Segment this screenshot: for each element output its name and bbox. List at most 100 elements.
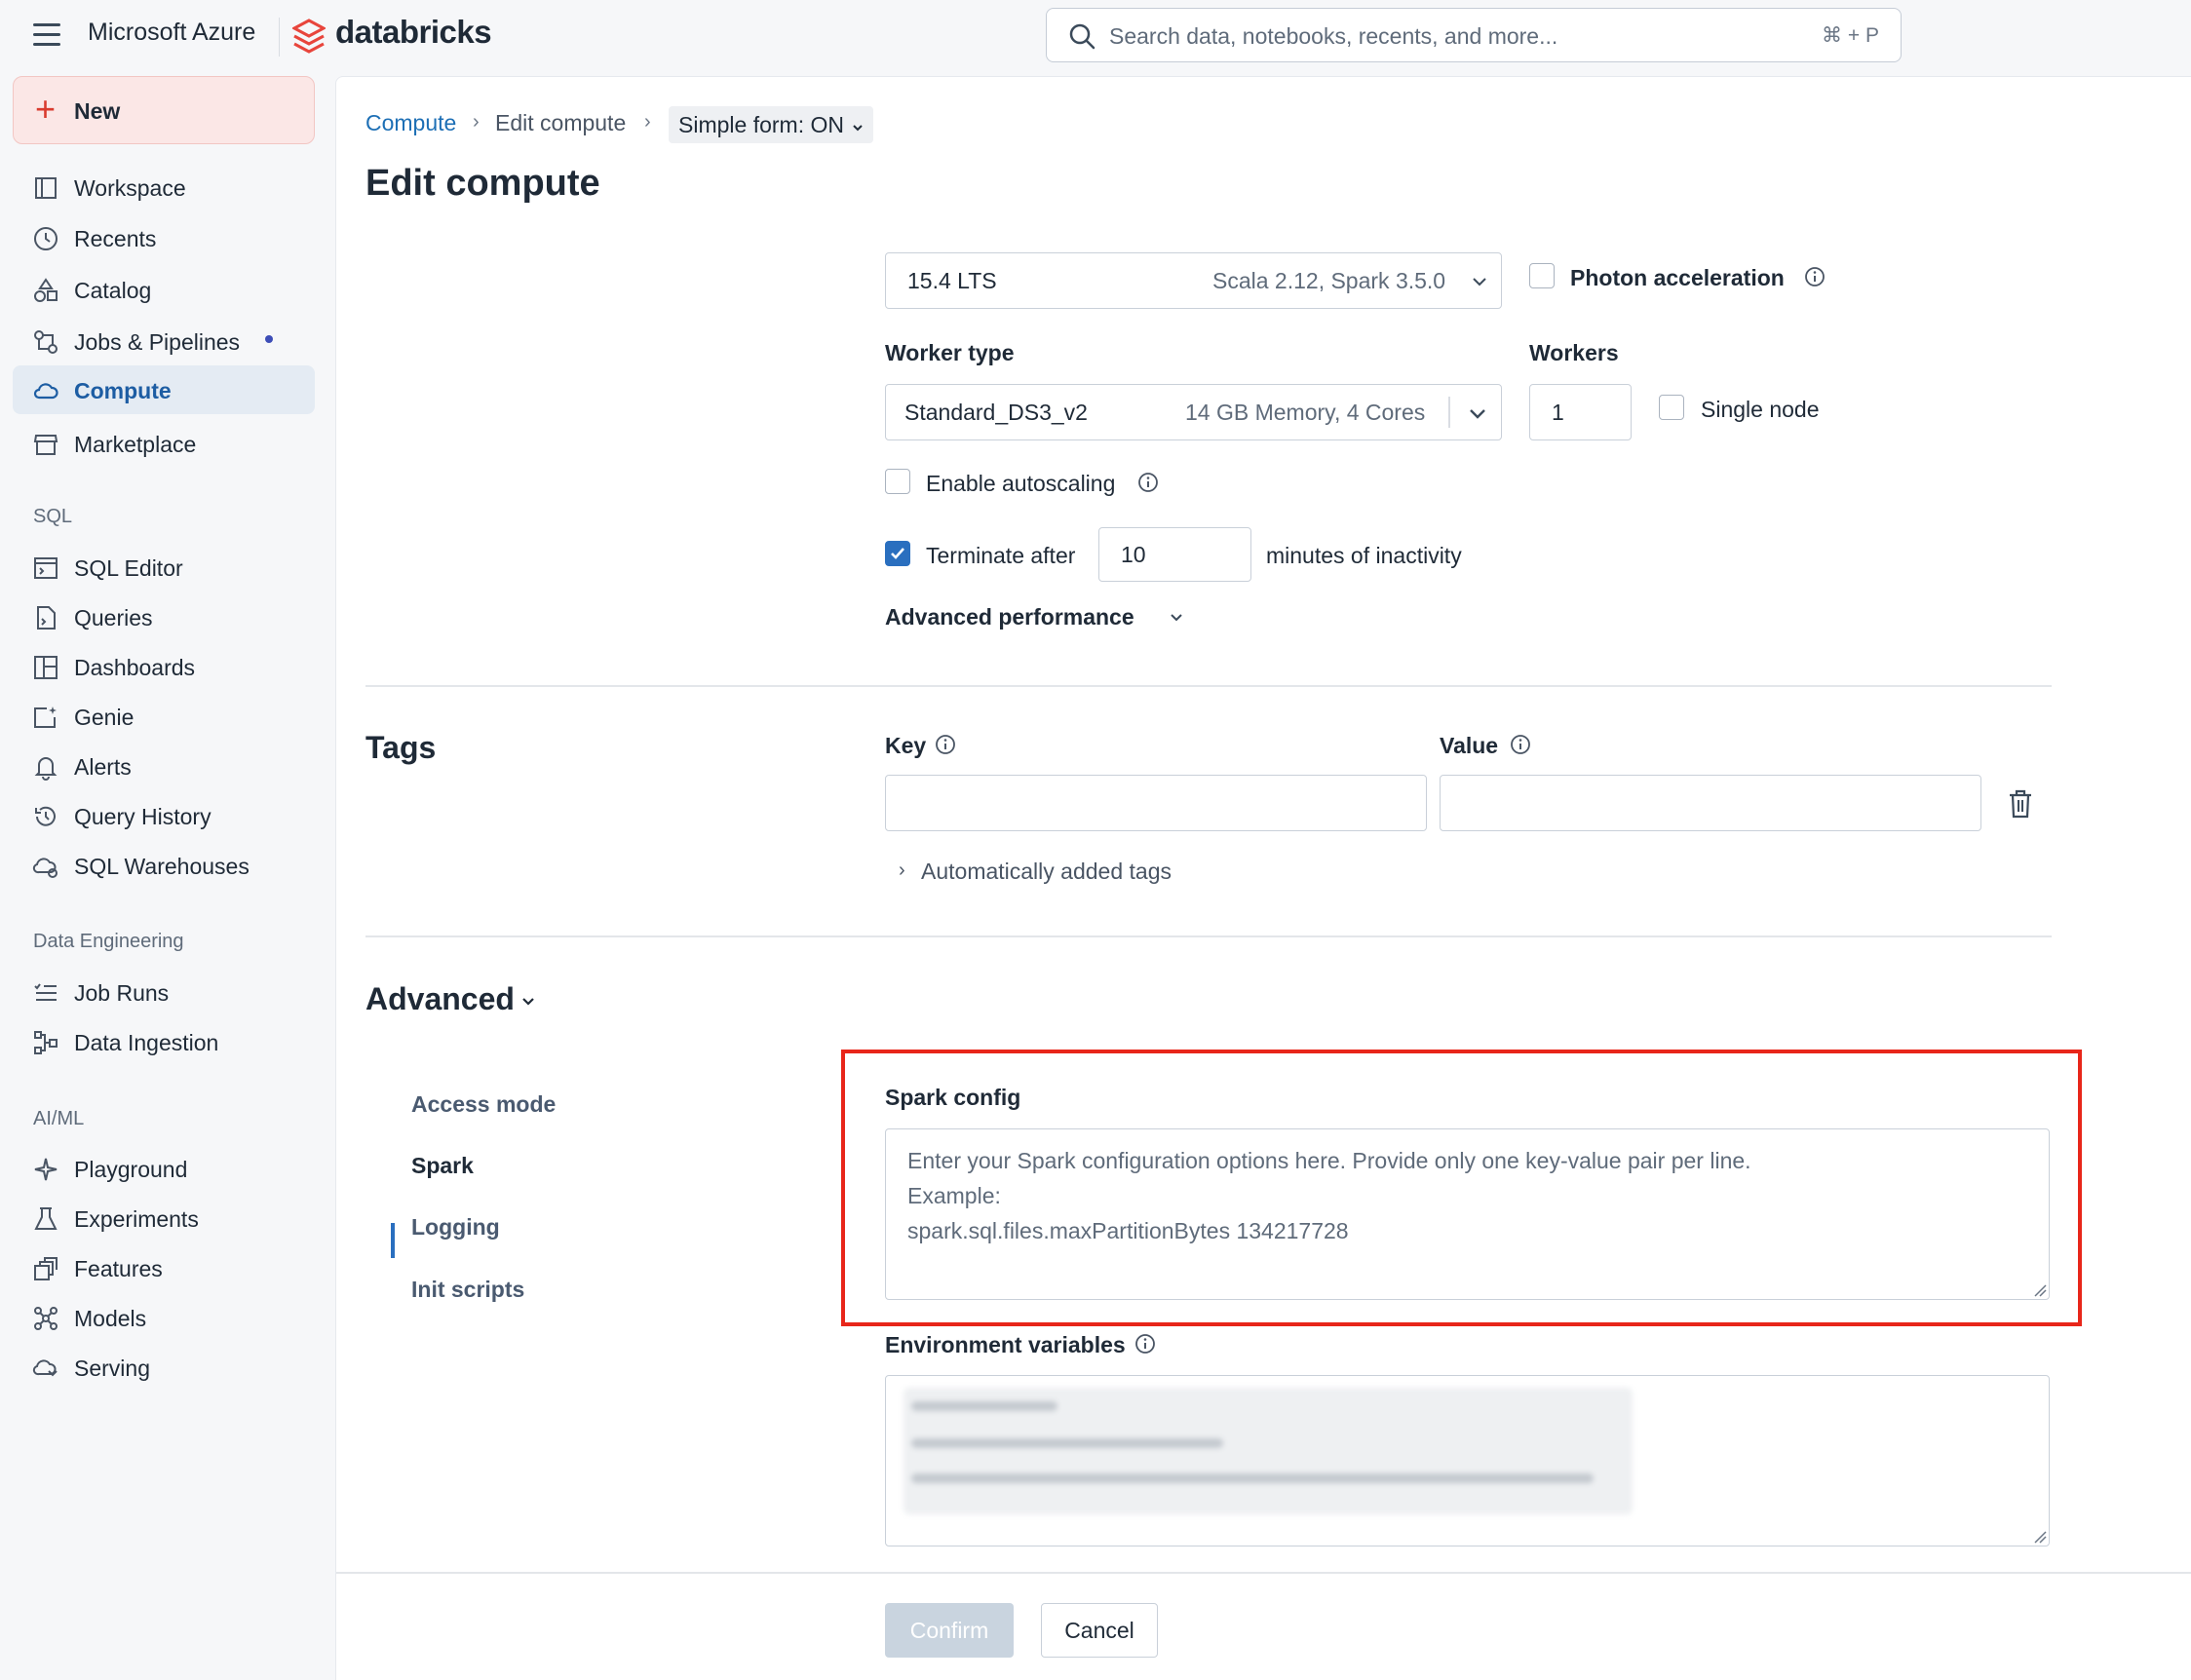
sidebar-item-job-runs[interactable]: Job Runs — [13, 968, 315, 1016]
advanced-performance-toggle[interactable]: Advanced performance — [885, 604, 1134, 630]
sidebar-item-sql-editor[interactable]: SQL Editor — [13, 543, 315, 592]
photon-checkbox[interactable] — [1529, 263, 1555, 288]
new-button[interactable]: + New — [13, 76, 315, 144]
section-label-ai-ml: AI/ML — [33, 1108, 85, 1129]
advanced-heading[interactable]: Advanced — [365, 981, 515, 1017]
advanced-nav-access-mode[interactable]: Access mode — [411, 1091, 556, 1118]
catalog-icon — [34, 278, 58, 302]
sidebar-item-catalog[interactable]: Catalog — [13, 265, 315, 314]
info-icon[interactable] — [1510, 734, 1531, 755]
serving-icon — [32, 1359, 58, 1377]
single-node-checkbox[interactable] — [1659, 395, 1684, 420]
active-nav-indicator — [391, 1223, 395, 1258]
sidebar-item-serving[interactable]: Serving — [13, 1343, 315, 1392]
tag-value-label: Value — [1440, 733, 1499, 758]
sidebar-item-dashboards[interactable]: Dashboards — [13, 642, 315, 691]
sidebar-item-label: Catalog — [74, 278, 152, 303]
resize-handle-icon[interactable] — [2033, 1530, 2047, 1544]
new-button-label: New — [74, 98, 121, 124]
queries-icon — [37, 606, 56, 630]
env-vars-textarea[interactable] — [885, 1375, 2050, 1546]
advanced-nav-logging[interactable]: Logging — [411, 1214, 500, 1241]
sidebar-item-label: Genie — [74, 705, 135, 730]
sidebar-item-jobs-pipelines[interactable]: Jobs & Pipelines — [13, 317, 315, 365]
databricks-logo-icon[interactable] — [292, 18, 326, 55]
sidebar-item-experiments[interactable]: Experiments — [13, 1194, 315, 1242]
sidebar-item-workspace[interactable]: Workspace — [13, 163, 315, 211]
notification-dot — [265, 335, 273, 343]
sidebar-item-marketplace[interactable]: Marketplace — [13, 419, 315, 468]
cloud-icon — [33, 383, 58, 400]
sidebar-item-label: Dashboards — [74, 655, 196, 680]
tag-value-input[interactable] — [1440, 775, 1981, 831]
advanced-nav-init-scripts[interactable]: Init scripts — [411, 1277, 524, 1303]
sidebar-item-label: SQL Warehouses — [74, 854, 250, 879]
spark-config-placeholder-line: spark.sql.files.maxPartitionBytes 134217… — [907, 1218, 1349, 1243]
sidebar-item-label: Playground — [74, 1157, 188, 1182]
spark-config-label: Spark config — [885, 1085, 1021, 1110]
plus-icon: + — [35, 89, 57, 129]
footer-divider — [336, 1572, 2191, 1574]
simple-form-label: Simple form: ON — [678, 112, 844, 137]
worker-type-select[interactable]: Standard_DS3_v2 14 GB Memory, 4 Cores — [885, 384, 1502, 440]
simple-form-toggle[interactable]: Simple form: ON — [669, 106, 874, 143]
sidebar-item-label: Recents — [74, 226, 157, 251]
brand-divider — [279, 18, 280, 57]
cancel-button[interactable]: Cancel — [1041, 1603, 1158, 1658]
spark-config-placeholder-line: Example: — [907, 1183, 1001, 1208]
info-icon[interactable] — [1804, 266, 1826, 287]
chevron-down-icon[interactable] — [519, 993, 537, 1011]
terminate-minutes-input[interactable]: 10 — [1098, 527, 1251, 582]
workspace-icon — [35, 177, 57, 199]
sidebar-item-label: Serving — [74, 1355, 150, 1381]
auto-tags-toggle[interactable]: Automatically added tags — [921, 859, 1172, 885]
info-icon[interactable] — [935, 734, 956, 755]
sidebar-item-models[interactable]: Models — [13, 1293, 315, 1342]
terminate-checkbox[interactable] — [885, 541, 910, 566]
sidebar-item-label: Marketplace — [74, 432, 197, 457]
trash-icon[interactable] — [2007, 788, 2034, 820]
info-icon[interactable] — [1134, 1333, 1156, 1355]
resize-handle-icon[interactable] — [2033, 1283, 2047, 1297]
product-name[interactable]: databricks — [335, 14, 492, 51]
sidebar-item-recents[interactable]: Recents — [13, 213, 315, 262]
sidebar-item-compute[interactable]: Compute — [13, 365, 315, 414]
sidebar-item-label: SQL Editor — [74, 555, 183, 581]
sidebar-item-label: Alerts — [74, 754, 132, 780]
top-bar: Microsoft Azure databricks Search data, … — [0, 0, 2191, 76]
spark-config-textarea[interactable]: Enter your Spark configuration options h… — [885, 1128, 2050, 1300]
sidebar-item-query-history[interactable]: Query History — [13, 791, 315, 840]
terminate-label: Terminate after — [926, 543, 1076, 568]
tag-key-input[interactable] — [885, 775, 1427, 831]
chevron-down-icon[interactable] — [1168, 609, 1185, 627]
autoscaling-checkbox[interactable] — [885, 469, 910, 494]
sidebar-item-sql-warehouses[interactable]: SQL Warehouses — [13, 841, 315, 890]
menu-icon[interactable] — [33, 23, 60, 49]
workflow-icon — [34, 330, 58, 354]
advanced-nav-spark[interactable]: Spark — [411, 1153, 474, 1179]
breadcrumb-compute-link[interactable]: Compute — [365, 110, 456, 135]
sidebar-item-data-ingestion[interactable]: Data Ingestion — [13, 1017, 315, 1066]
sidebar-item-genie[interactable]: Genie — [13, 692, 315, 741]
sidebar-item-alerts[interactable]: Alerts — [13, 742, 315, 790]
chevron-right-icon: › — [473, 111, 480, 133]
breadcrumb: Compute — [365, 110, 456, 136]
sidebar-item-label: Workspace — [74, 175, 186, 201]
chevron-right-icon[interactable]: › — [899, 859, 905, 882]
sidebar-item-playground[interactable]: Playground — [13, 1144, 315, 1193]
worker-type-label: Worker type — [885, 340, 1015, 365]
workers-label: Workers — [1529, 340, 1619, 365]
single-node-label: Single node — [1701, 397, 1820, 422]
info-icon[interactable] — [1137, 472, 1159, 493]
search-icon — [1069, 23, 1096, 50]
sidebar-item-label: Experiments — [74, 1206, 199, 1232]
confirm-button[interactable]: Confirm — [885, 1603, 1014, 1658]
tag-key-label: Key — [885, 733, 927, 758]
sidebar-item-queries[interactable]: Queries — [13, 592, 315, 641]
runtime-select[interactable]: 15.4 LTS Scala 2.12, Spark 3.5.0 — [885, 252, 1502, 309]
search-bar[interactable]: Search data, notebooks, recents, and mor… — [1046, 8, 1902, 62]
sidebar-item-features[interactable]: Features — [13, 1243, 315, 1292]
workers-value: 1 — [1552, 400, 1564, 425]
workers-input[interactable]: 1 — [1529, 384, 1632, 440]
sql-editor-icon — [34, 557, 58, 579]
